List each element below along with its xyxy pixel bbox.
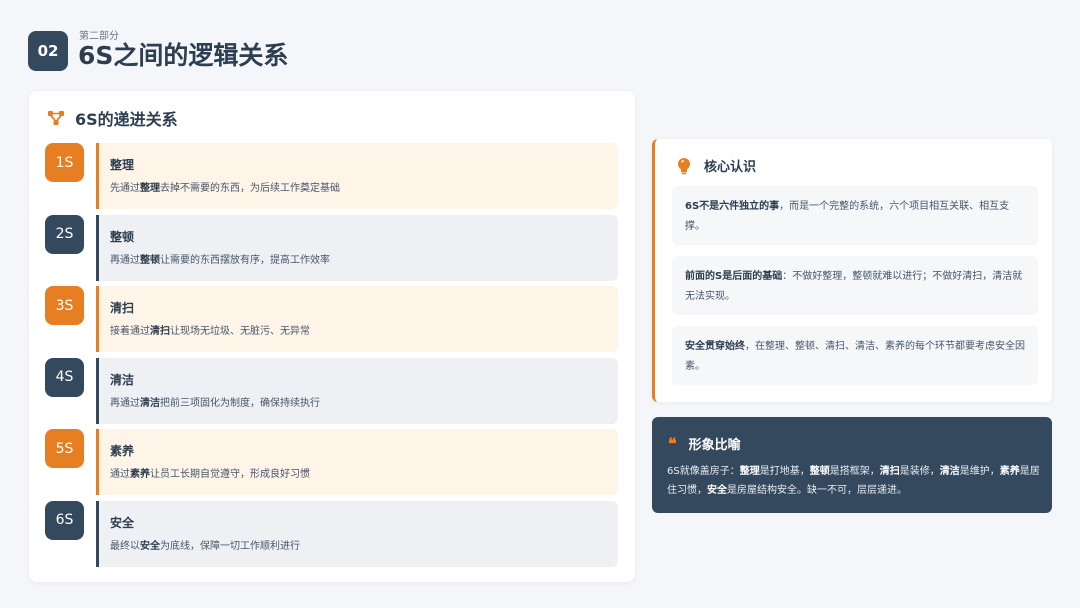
step-keyword: 素养 [130, 469, 150, 480]
step-box: 素养 通过素养让员工长期自觉遵守，形成良好习惯 [96, 429, 618, 495]
step-badge: 6S [45, 500, 84, 540]
metaphor-card: ❝ 形象比喻 6S就像盖房子：整理是打地基，整顿是搭框架，清扫是装修，清洁是维护… [652, 417, 1052, 513]
core-heading: 核心认识 [704, 160, 757, 175]
step-title: 安全 [110, 515, 135, 530]
step-badge: 3S [45, 286, 84, 325]
core-header: 核心认识 [676, 156, 756, 175]
progression-header: 6S的递进关系 [47, 108, 178, 129]
step-keyword: 安全 [140, 540, 160, 552]
step-box: 安全 最终以安全为底线，保障一切工作顺利进行 [96, 500, 618, 567]
step-title: 素养 [110, 444, 135, 458]
core-understanding-card: 核心认识 6S不是六件独立的事，而是一个完整的系统，六个项目相互关联、相互支撑。… [652, 139, 1052, 402]
metaphor-heading: 形象比喻 [688, 438, 741, 453]
step-2s: 2S 整顿 再通过整顿让需要的东西摆放有序，提高工作效率 [29, 214, 635, 287]
step-title: 整理 [110, 158, 135, 172]
step-badge: 5S [45, 429, 84, 468]
step-description: 最终以安全为底线，保障一切工作顺利进行 [110, 540, 300, 552]
progression-heading: 6S的递进关系 [75, 110, 178, 129]
step-6s: 6S 安全 最终以安全为底线，保障一切工作顺利进行 [29, 500, 635, 573]
core-point: 6S不是六件独立的事，而是一个完整的系统，六个项目相互关联、相互支撑。 [672, 186, 1038, 245]
page-title: 6S之间的逻辑关系 [78, 41, 289, 70]
metaphor-header: ❝ 形象比喻 [668, 434, 741, 453]
section-number-badge: 02 [28, 31, 68, 71]
step-keyword: 清扫 [150, 326, 170, 337]
step-description: 通过素养让员工长期自觉遵守，形成良好习惯 [110, 469, 310, 480]
step-badge: 2S [45, 214, 84, 254]
step-description: 再通过清洁把前三项固化为制度，确保持续执行 [110, 397, 320, 409]
step-5s: 5S 素养 通过素养让员工长期自觉遵守，形成良好习惯 [29, 429, 635, 501]
progression-card: 6S的递进关系 1S 整理 先通过整理去掉不需要的东西，为后续工作奠定基础 2S… [29, 91, 635, 582]
step-1s: 1S 整理 先通过整理去掉不需要的东西，为后续工作奠定基础 [29, 143, 635, 215]
step-description: 再通过整顿让需要的东西摆放有序，提高工作效率 [110, 254, 330, 266]
step-box: 整顿 再通过整顿让需要的东西摆放有序，提高工作效率 [96, 214, 618, 281]
step-badge: 4S [45, 357, 84, 397]
step-description: 接着通过清扫让现场无垃圾、无脏污、无异常 [110, 326, 310, 337]
step-keyword: 整理 [140, 183, 160, 194]
step-title: 整顿 [110, 229, 135, 244]
slide: 02 第二部分 6S之间的逻辑关系 6S的递进关系 1S 整理 先通过整理去掉不… [0, 0, 1080, 608]
step-keyword: 清洁 [140, 397, 160, 409]
lightbulb-icon [676, 157, 692, 175]
core-point: 前面的S是后面的基础：不做好整理，整顿就难以进行；不做好清扫，清洁就无法实现。 [672, 256, 1038, 315]
step-box: 清扫 接着通过清扫让现场无垃圾、无脏污、无异常 [96, 286, 618, 352]
step-4s: 4S 清洁 再通过清洁把前三项固化为制度，确保持续执行 [29, 357, 635, 430]
quote-icon: ❝ [668, 433, 677, 453]
steps-list: 1S 整理 先通过整理去掉不需要的东西，为后续工作奠定基础 2S 整顿 再通过整… [29, 143, 635, 572]
metaphor-text: 6S就像盖房子：整理是打地基，整顿是搭框架，清扫是装修，清洁是维护，素养是居住习… [667, 466, 1040, 496]
step-keyword: 整顿 [140, 254, 160, 266]
step-description: 先通过整理去掉不需要的东西，为后续工作奠定基础 [110, 183, 340, 194]
step-box: 清洁 再通过清洁把前三项固化为制度，确保持续执行 [96, 357, 618, 424]
step-box: 整理 先通过整理去掉不需要的东西，为后续工作奠定基础 [96, 143, 618, 209]
step-3s: 3S 清扫 接着通过清扫让现场无垃圾、无脏污、无异常 [29, 286, 635, 358]
step-title: 清洁 [110, 372, 135, 387]
step-title: 清扫 [110, 301, 135, 315]
step-badge: 1S [45, 143, 84, 182]
hierarchy-icon [47, 109, 65, 127]
core-point: 安全贯穿始终，在整理、整顿、清扫、清洁、素养的每个环节都要考虑安全因素。 [672, 326, 1038, 385]
